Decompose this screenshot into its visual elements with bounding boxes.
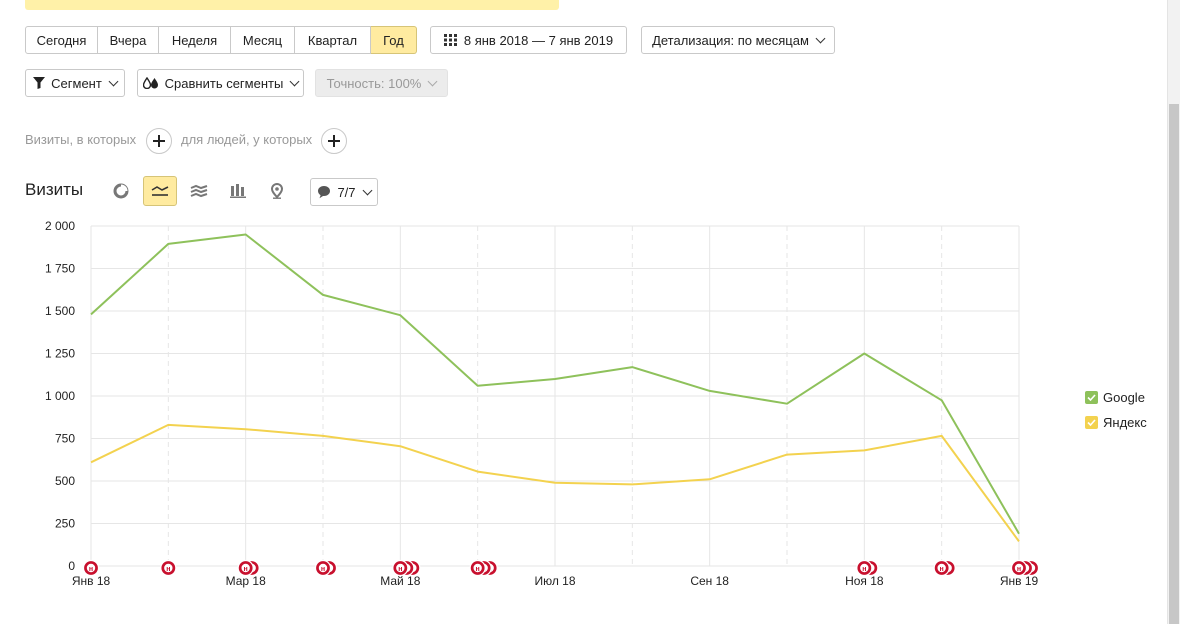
compare-label: Сравнить сегменты	[164, 75, 284, 91]
y-tick-label: 500	[55, 474, 75, 488]
checkbox-checked-icon[interactable]	[1085, 416, 1098, 429]
bar-chart-icon	[230, 184, 246, 198]
x-tick-label: Мар 18	[226, 574, 266, 588]
period-week-button[interactable]: Неделя	[159, 26, 231, 54]
period-year-button[interactable]: Год	[371, 26, 417, 54]
annotations-dropdown[interactable]: 7/7	[310, 178, 378, 206]
comment-icon	[318, 186, 331, 199]
map-view-button[interactable]	[260, 176, 294, 206]
notice-banner	[25, 0, 559, 10]
x-tick-label: Июл 18	[534, 574, 575, 588]
checkbox-checked-icon[interactable]	[1085, 391, 1098, 404]
y-tick-label: 1 250	[45, 347, 75, 361]
y-tick-label: 0	[68, 559, 75, 573]
vertical-scrollbar[interactable]	[1167, 0, 1180, 624]
x-tick-label: Янв 18	[72, 574, 111, 588]
line-view-button[interactable]	[143, 176, 177, 206]
compare-segments-button[interactable]: Сравнить сегменты	[137, 69, 304, 97]
add-people-filter-button[interactable]	[321, 128, 347, 154]
chevron-down-icon	[108, 76, 119, 86]
accuracy-label: Точность: 100%	[326, 75, 422, 91]
annotation-marker: н	[392, 559, 409, 577]
y-tick-label: 1 750	[45, 262, 75, 276]
y-tick-label: 1 000	[45, 389, 75, 403]
chevron-down-icon	[362, 185, 372, 195]
visits-line-chart: 0 250 500 750 1 000 1 250 1 500 1 750 2 000 Янв …	[45, 219, 1040, 588]
period-today-button[interactable]: Сегодня	[25, 26, 98, 54]
segment-label: Сегмент	[51, 75, 102, 91]
annotation-marker: н	[469, 559, 486, 577]
area-chart-icon	[190, 184, 208, 198]
annotation-marker: н	[1010, 559, 1028, 577]
x-tick-label: Янв 19	[1000, 574, 1039, 588]
chevron-down-icon	[289, 76, 300, 86]
bar-view-button[interactable]	[221, 176, 255, 206]
y-tick-label: 250	[55, 517, 75, 531]
date-range-label: 8 янв 2018 — 7 янв 2019	[463, 32, 614, 48]
line-chart-icon	[151, 186, 169, 196]
map-pin-icon	[270, 183, 284, 199]
annotation-marker: н	[314, 559, 332, 577]
chevron-down-icon	[427, 76, 438, 86]
y-tick-label: 750	[55, 432, 75, 446]
annotation-marker: н	[237, 559, 254, 577]
detail-dropdown[interactable]: Детализация: по месяцам	[641, 26, 835, 54]
svg-text:н: н	[244, 566, 248, 573]
period-month-button[interactable]: Месяц	[231, 26, 295, 54]
scrollbar-thumb[interactable]	[1169, 104, 1179, 624]
filter-people-label: для людей, у которых	[181, 132, 313, 147]
y-tick-label: 2 000	[45, 219, 75, 233]
svg-text:н: н	[1017, 566, 1021, 573]
svg-text:н: н	[166, 566, 170, 573]
period-quarter-button[interactable]: Квартал	[295, 26, 371, 54]
svg-text:н: н	[940, 566, 944, 573]
svg-text:н: н	[398, 566, 402, 573]
accuracy-dropdown[interactable]: Точность: 100%	[315, 69, 448, 97]
legend-item-google[interactable]: Google	[1085, 390, 1145, 405]
annotations-count: 7/7	[337, 184, 356, 200]
pie-icon	[113, 183, 129, 199]
annotation-marker: н	[856, 559, 873, 577]
annotation-marker: н	[82, 559, 100, 577]
y-tick-label: 1 500	[45, 304, 75, 318]
date-range-button[interactable]: 8 янв 2018 — 7 янв 2019	[430, 26, 627, 54]
pie-view-button[interactable]	[104, 176, 138, 206]
calendar-icon	[443, 34, 457, 46]
annotation-marker: н	[933, 559, 950, 577]
legend-item-yandex[interactable]: Яндекс	[1085, 415, 1147, 430]
add-visit-filter-button[interactable]	[146, 128, 172, 154]
segment-button[interactable]: Сегмент	[25, 69, 125, 97]
period-selector: Сегодня Вчера Неделя Месяц Квартал Год	[25, 26, 417, 54]
x-tick-label: Сен 18	[690, 574, 729, 588]
period-yesterday-button[interactable]: Вчера	[98, 26, 159, 54]
svg-text:н: н	[476, 566, 480, 573]
chart-section-title: Визиты	[25, 180, 84, 199]
x-tick-label: Ноя 18	[845, 574, 884, 588]
funnel-icon	[33, 77, 46, 89]
svg-text:н: н	[321, 566, 325, 573]
drops-icon	[142, 77, 158, 89]
detail-label: Детализация: по месяцам	[652, 32, 809, 48]
x-tick-label: Май 18	[380, 574, 421, 588]
svg-text:н: н	[862, 566, 866, 573]
svg-text:н: н	[89, 566, 93, 573]
annotation-marker: н	[160, 559, 177, 577]
area-view-button[interactable]	[182, 176, 216, 206]
chevron-down-icon	[815, 33, 826, 43]
filter-visits-label: Визиты, в которых	[25, 132, 137, 147]
legend-label-yandex: Яндекс	[1103, 415, 1147, 430]
legend-label-google: Google	[1103, 390, 1145, 405]
